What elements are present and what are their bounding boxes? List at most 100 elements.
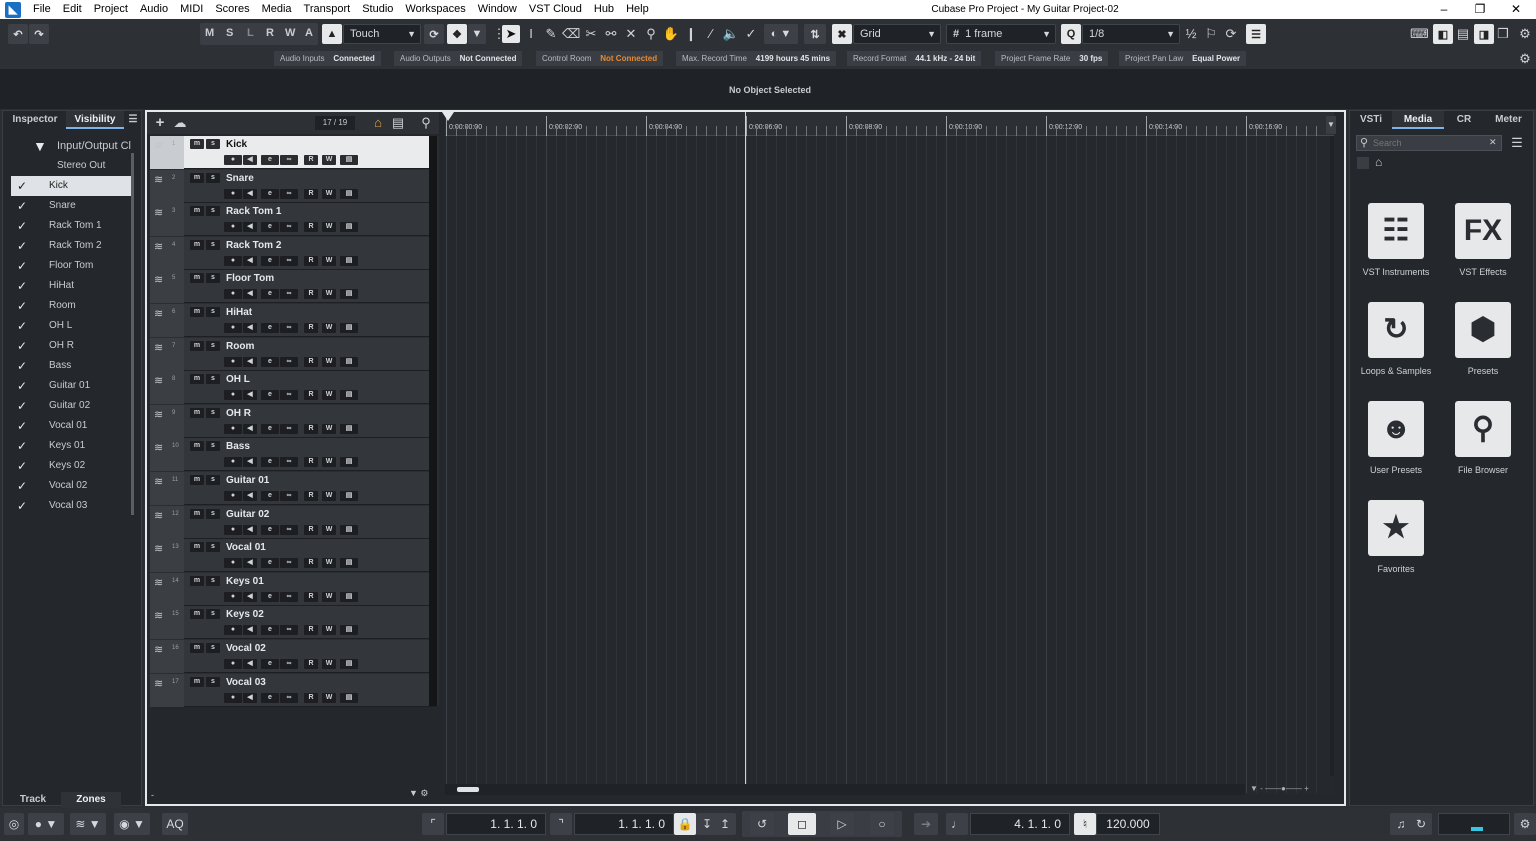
monitor-button[interactable]: ◀ [243, 222, 257, 233]
lock-button[interactable]: ∞ [280, 222, 298, 233]
menu-vst-cloud[interactable]: VST Cloud [523, 0, 588, 19]
quantize-select[interactable]: 1/8 ▼ [1082, 24, 1180, 44]
visibility-scrollbar[interactable] [131, 153, 134, 515]
mute-button[interactable]: m [190, 206, 204, 217]
record-enable-button[interactable]: ● [224, 323, 242, 333]
solo-button[interactable]: s [206, 239, 220, 250]
read-automation-button[interactable]: R [304, 188, 318, 199]
left-zone-toggle-icon[interactable]: ◧ [1433, 24, 1453, 44]
edit-button[interactable]: e [261, 591, 279, 602]
visibility-item[interactable]: ✓ Vocal 01 [11, 416, 133, 436]
monitor-button[interactable]: ◀ [243, 591, 257, 602]
record-enable-button[interactable]: ● [224, 524, 242, 535]
read-automation-button[interactable]: R [304, 591, 318, 602]
read-automation-button[interactable]: R [304, 323, 318, 333]
lock-button[interactable]: ∞ [280, 692, 298, 703]
menu-window[interactable]: Window [472, 0, 523, 19]
record-enable-button[interactable]: ● [224, 188, 242, 199]
write-automation-button[interactable]: W [322, 423, 336, 434]
read-automation-button[interactable]: R [304, 491, 318, 501]
play-icon[interactable]: ▷ [830, 813, 854, 835]
tab-cr[interactable]: CR [1444, 111, 1484, 129]
channel-settings-button[interactable]: ▤ [340, 222, 358, 233]
visibility-item[interactable]: ✓ Keys 02 [11, 456, 133, 476]
channel-settings-button[interactable]: ▤ [340, 491, 358, 501]
time-format-icon[interactable]: ♩ [946, 813, 968, 835]
menu-scores[interactable]: Scores [209, 0, 255, 19]
lock-button[interactable]: ∞ [280, 289, 298, 300]
solo-button[interactable]: s [206, 172, 220, 183]
track-name[interactable]: Room [226, 341, 254, 352]
read-automation-button[interactable]: R [304, 457, 318, 468]
solo-button[interactable]: s [206, 206, 220, 217]
close-icon[interactable]: ✕ [1498, 0, 1534, 19]
line-tool-icon[interactable]: ∕ [702, 25, 720, 43]
record-mode-icon[interactable]: ● ▼ [28, 813, 64, 835]
menu-project[interactable]: Project [88, 0, 134, 19]
track-row[interactable]: ≋ 12 m s Guitar 02 ● ◀ e ∞ R W ▤ [150, 505, 436, 539]
play-tool-icon[interactable]: 🔈 [722, 25, 740, 43]
write-automation-button[interactable]: W [322, 390, 336, 401]
write-automation-button[interactable]: W [322, 591, 336, 602]
track-row[interactable]: ≋ 14 m s Keys 01 ● ◀ e ∞ R W ▤ [150, 572, 436, 606]
record-enable-button[interactable]: ● [224, 222, 242, 233]
solo-button[interactable]: s [206, 407, 220, 418]
menu-audio[interactable]: Audio [134, 0, 174, 19]
record-enable-button[interactable]: ● [224, 558, 242, 569]
track-row[interactable]: ≋ 9 m s OH R ● ◀ e ∞ R W ▤ [150, 404, 436, 438]
solo-button[interactable]: s [206, 609, 220, 620]
media-tile[interactable]: ⚲ File Browser [1443, 401, 1523, 475]
quantize-refresh-icon[interactable]: ⟳ [1222, 25, 1240, 43]
check-icon[interactable]: ✓ [17, 216, 27, 236]
monitor-button[interactable]: ◀ [243, 289, 257, 300]
transport-menu-gear-icon[interactable]: ⚙ [1514, 813, 1536, 835]
track-name[interactable]: Bass [226, 441, 250, 452]
check-icon[interactable]: ✓ [17, 476, 27, 496]
write-automation-button[interactable]: W [322, 155, 336, 165]
lock-button[interactable]: ∞ [280, 659, 298, 669]
visibility-item[interactable]: ✓ Keys 01 [11, 436, 133, 456]
sync-icon[interactable]: ↻ [1410, 813, 1432, 835]
edit-button[interactable]: e [261, 625, 279, 636]
track-list-zoom-icon[interactable]: ▼ ⚙ [409, 788, 428, 799]
marker-icon[interactable]: ♫ [1390, 813, 1412, 835]
media-search-box[interactable]: ⚲ ✕ [1356, 135, 1502, 151]
channel-settings-button[interactable]: ▤ [340, 323, 358, 333]
mute-button[interactable]: m [190, 407, 204, 418]
add-track-menu-icon[interactable]: ☁ [171, 114, 189, 132]
visibility-item[interactable]: ✓ Vocal 02 [11, 476, 133, 496]
control-room-status[interactable]: Control Room Not Connected [536, 51, 664, 66]
channel-settings-button[interactable]: ▤ [340, 457, 358, 468]
solo-button[interactable]: s [206, 643, 220, 653]
check-icon[interactable]: ✓ [17, 356, 27, 376]
solo-button[interactable]: s [206, 676, 220, 687]
track-name[interactable]: Vocal 03 [226, 677, 266, 688]
channel-settings-button[interactable]: ▤ [340, 692, 358, 703]
visibility-item[interactable]: ✓ Guitar 01 [11, 376, 133, 396]
comp-tool-icon[interactable]: ❙ [682, 25, 700, 43]
channel-settings-button[interactable]: ▤ [340, 155, 358, 165]
track-row[interactable]: ≋ 5 m s Floor Tom ● ◀ e ∞ R W ▤ [150, 270, 436, 304]
edit-button[interactable]: e [261, 289, 279, 300]
read-automation-button[interactable]: R [304, 390, 318, 401]
lock-button[interactable]: ∞ [280, 457, 298, 468]
stop-icon[interactable]: ◻ [788, 813, 816, 835]
menu-edit[interactable]: Edit [57, 0, 88, 19]
solo-all-button[interactable]: S [226, 27, 233, 39]
suspend-icon[interactable]: ⟳ [424, 24, 444, 44]
read-all-button[interactable]: R [266, 27, 274, 39]
media-list-view-icon[interactable]: ☰ [1508, 134, 1526, 152]
record-time-status[interactable]: Max. Record Time 4199 hours 45 mins [676, 51, 837, 66]
visibility-stereo-out[interactable]: Stereo Out [11, 156, 133, 176]
channel-settings-button[interactable]: ▤ [340, 558, 358, 569]
tab-visibility[interactable]: Visibility [66, 111, 124, 129]
edit-button[interactable]: e [261, 558, 279, 569]
channel-settings-button[interactable]: ▤ [340, 423, 358, 434]
record-format-status[interactable]: Record Format 44.1 kHz - 24 bit [847, 51, 982, 66]
track-name[interactable]: OH R [226, 408, 251, 419]
media-tile[interactable]: ↻ Loops & Samples [1356, 302, 1436, 376]
horizontal-zoom-slider[interactable]: ▼ - ——●—— + [1250, 784, 1309, 793]
align-icon[interactable]: ☰ [1246, 24, 1266, 44]
monitor-button[interactable]: ◀ [243, 356, 257, 367]
frame-rate-status[interactable]: Project Frame Rate 30 fps [995, 51, 1109, 66]
